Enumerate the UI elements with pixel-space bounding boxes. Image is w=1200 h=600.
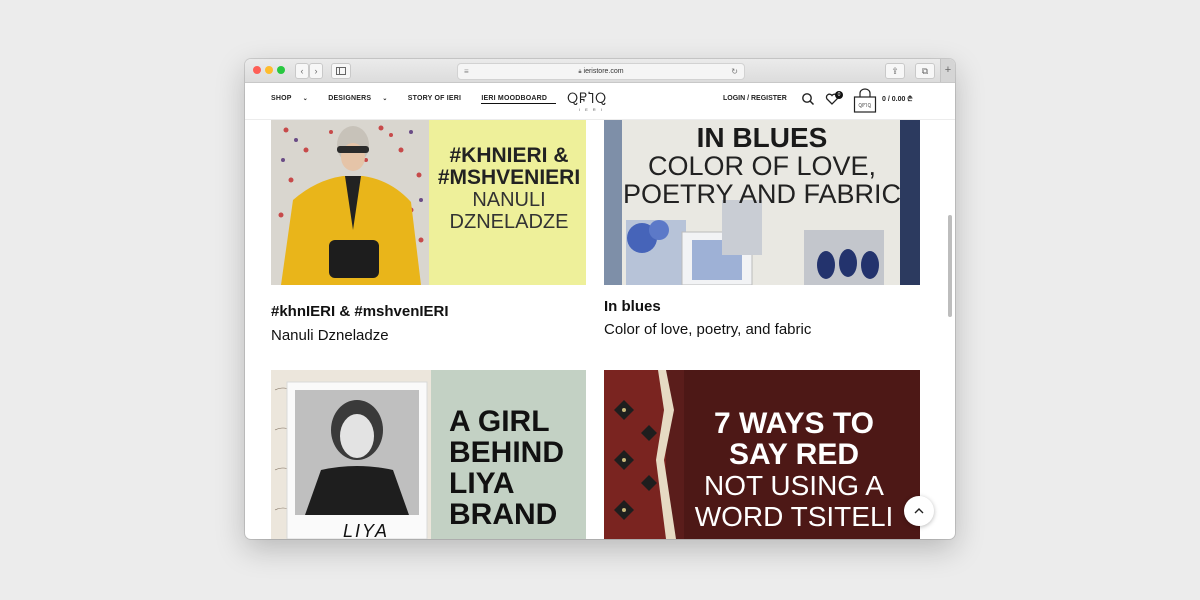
- tabs-overview-button[interactable]: ⧉: [915, 63, 935, 79]
- scrollbar-thumb[interactable]: [948, 215, 952, 317]
- nav-item-label: IERI MOODBOARD: [481, 95, 548, 102]
- back-button[interactable]: ‹: [295, 63, 309, 79]
- chevron-right-icon: ›: [314, 66, 318, 76]
- share-icon: ⇪: [891, 66, 899, 76]
- share-button[interactable]: ⇪: [885, 63, 905, 79]
- close-window-button[interactable]: [253, 66, 261, 74]
- login-register-link[interactable]: LOGIN / REGISTER: [723, 95, 787, 102]
- tabs-icon: ⧉: [921, 66, 929, 76]
- scroll-to-top-button[interactable]: [904, 496, 934, 526]
- nav-item-story-of-ieri[interactable]: STORY OF IERI: [408, 95, 470, 102]
- minimize-window-button[interactable]: [265, 66, 273, 74]
- image-text-line: LIYA: [449, 467, 515, 500]
- chevron-up-icon: [914, 508, 924, 514]
- browser-toolbar: ‹ › ≡ 🔒︎ ieristore.com ↻ ⇪ ⧉ +: [245, 59, 955, 83]
- sidebar-toggle-button[interactable]: [331, 63, 351, 79]
- image-text-line: #KHNIERI &: [449, 144, 569, 167]
- plus-icon: +: [944, 64, 952, 76]
- polaroid-caption: LIYA: [343, 521, 390, 539]
- chevron-down-icon: ⌄: [382, 96, 388, 102]
- image-text-line: #MSHVENIERI: [437, 166, 581, 189]
- nav-item-designers[interactable]: DESIGNERS ⌄: [328, 95, 396, 102]
- new-tab-button[interactable]: +: [940, 59, 955, 82]
- sidebar-icon: [336, 67, 346, 75]
- image-text-line: BRAND: [449, 498, 558, 531]
- reader-icon[interactable]: ≡: [464, 64, 469, 79]
- post-image-text: IN BLUES COLOR OF LOVE, POETRY AND FABRI…: [604, 122, 920, 209]
- post-image-text: 7 WAYS TO SAY RED NOT USING A WORD TSITE…: [674, 408, 914, 532]
- chevron-down-icon: ⌄: [302, 96, 309, 102]
- post-image-liya[interactable]: LIYA A GIRL BEHIND LIYA BRAND: [271, 370, 586, 539]
- site-logo[interactable]: ႭႼႨႭ: [567, 92, 607, 107]
- post-image-khnieri[interactable]: #KHNIERI & #MSHVENIERI NANULI DZNELADZE: [271, 120, 586, 285]
- image-text-line: BEHIND: [449, 436, 565, 469]
- post-image-text: A GIRL BEHIND LIYA BRAND: [449, 406, 564, 530]
- image-text-line: IN BLUES: [696, 122, 828, 153]
- nav-item-label: DESIGNERS: [328, 95, 372, 102]
- cart-total[interactable]: 0 / 0.00 ₾: [882, 95, 913, 104]
- address-bar[interactable]: ≡ 🔒︎ ieristore.com ↻: [457, 63, 745, 80]
- image-text-line: NOT USING A: [704, 470, 884, 501]
- cart-bag-icon[interactable]: ႭႼႨႭ: [853, 88, 877, 114]
- image-text-line: COLOR OF LOVE,: [647, 151, 877, 181]
- url-text: ieristore.com: [583, 68, 624, 75]
- post-image-in-blues[interactable]: IN BLUES COLOR OF LOVE, POETRY AND FABRI…: [604, 120, 920, 285]
- nav-item-shop[interactable]: SHOP ⌄: [271, 95, 317, 102]
- post-image-seven-ways-red[interactable]: 7 WAYS TO SAY RED NOT USING A WORD TSITE…: [604, 370, 920, 539]
- nav-item-ieri-moodboard[interactable]: IERI MOODBOARD: [481, 95, 557, 104]
- site-header: SHOP ⌄ DESIGNERS ⌄ STORY OF IERI IERI MO…: [245, 83, 955, 120]
- scrollbar-track[interactable]: [947, 120, 953, 539]
- image-text-line: A GIRL: [449, 405, 550, 438]
- chevron-left-icon: ‹: [300, 66, 304, 76]
- nav-item-label: STORY OF IERI: [407, 95, 462, 102]
- logo-subtext: IERI: [579, 107, 607, 112]
- post-title[interactable]: #khnIERI & #mshvenIERI: [271, 303, 449, 320]
- cart-bag-text: ႭႼႨႭ: [858, 103, 872, 108]
- zoom-window-button[interactable]: [277, 66, 285, 74]
- forward-button[interactable]: ›: [309, 63, 323, 79]
- main-nav: SHOP ⌄ DESIGNERS ⌄ STORY OF IERI IERI MO…: [271, 95, 565, 104]
- image-text-line: 7 WAYS TO: [713, 407, 875, 440]
- wishlist-count-badge: 0: [835, 91, 843, 99]
- lock-icon: 🔒︎: [578, 69, 582, 75]
- image-text-line: WORD TSITELI: [694, 501, 894, 532]
- moodboard-grid: #KHNIERI & #MSHVENIERI NANULI DZNELADZE …: [245, 120, 955, 539]
- reload-icon[interactable]: ↻: [731, 64, 738, 79]
- image-text-line: POETRY AND FABRIC: [622, 179, 902, 209]
- post-subtitle[interactable]: Nanuli Dzneladze: [271, 327, 389, 344]
- post-image-text: #KHNIERI & #MSHVENIERI NANULI DZNELADZE: [435, 144, 583, 234]
- browser-window: ‹ › ≡ 🔒︎ ieristore.com ↻ ⇪ ⧉ + SHOP ⌄ DE…: [245, 59, 955, 539]
- search-icon[interactable]: [801, 92, 815, 106]
- image-text-line: NANULI: [472, 189, 546, 211]
- image-text-line: DZNELADZE: [449, 211, 569, 233]
- post-subtitle[interactable]: Color of love, poetry, and fabric: [604, 321, 811, 338]
- image-text-line: SAY RED: [728, 438, 860, 471]
- post-title[interactable]: In blues: [604, 298, 661, 315]
- nav-item-label: SHOP: [271, 95, 292, 102]
- bag-icon: [853, 88, 877, 113]
